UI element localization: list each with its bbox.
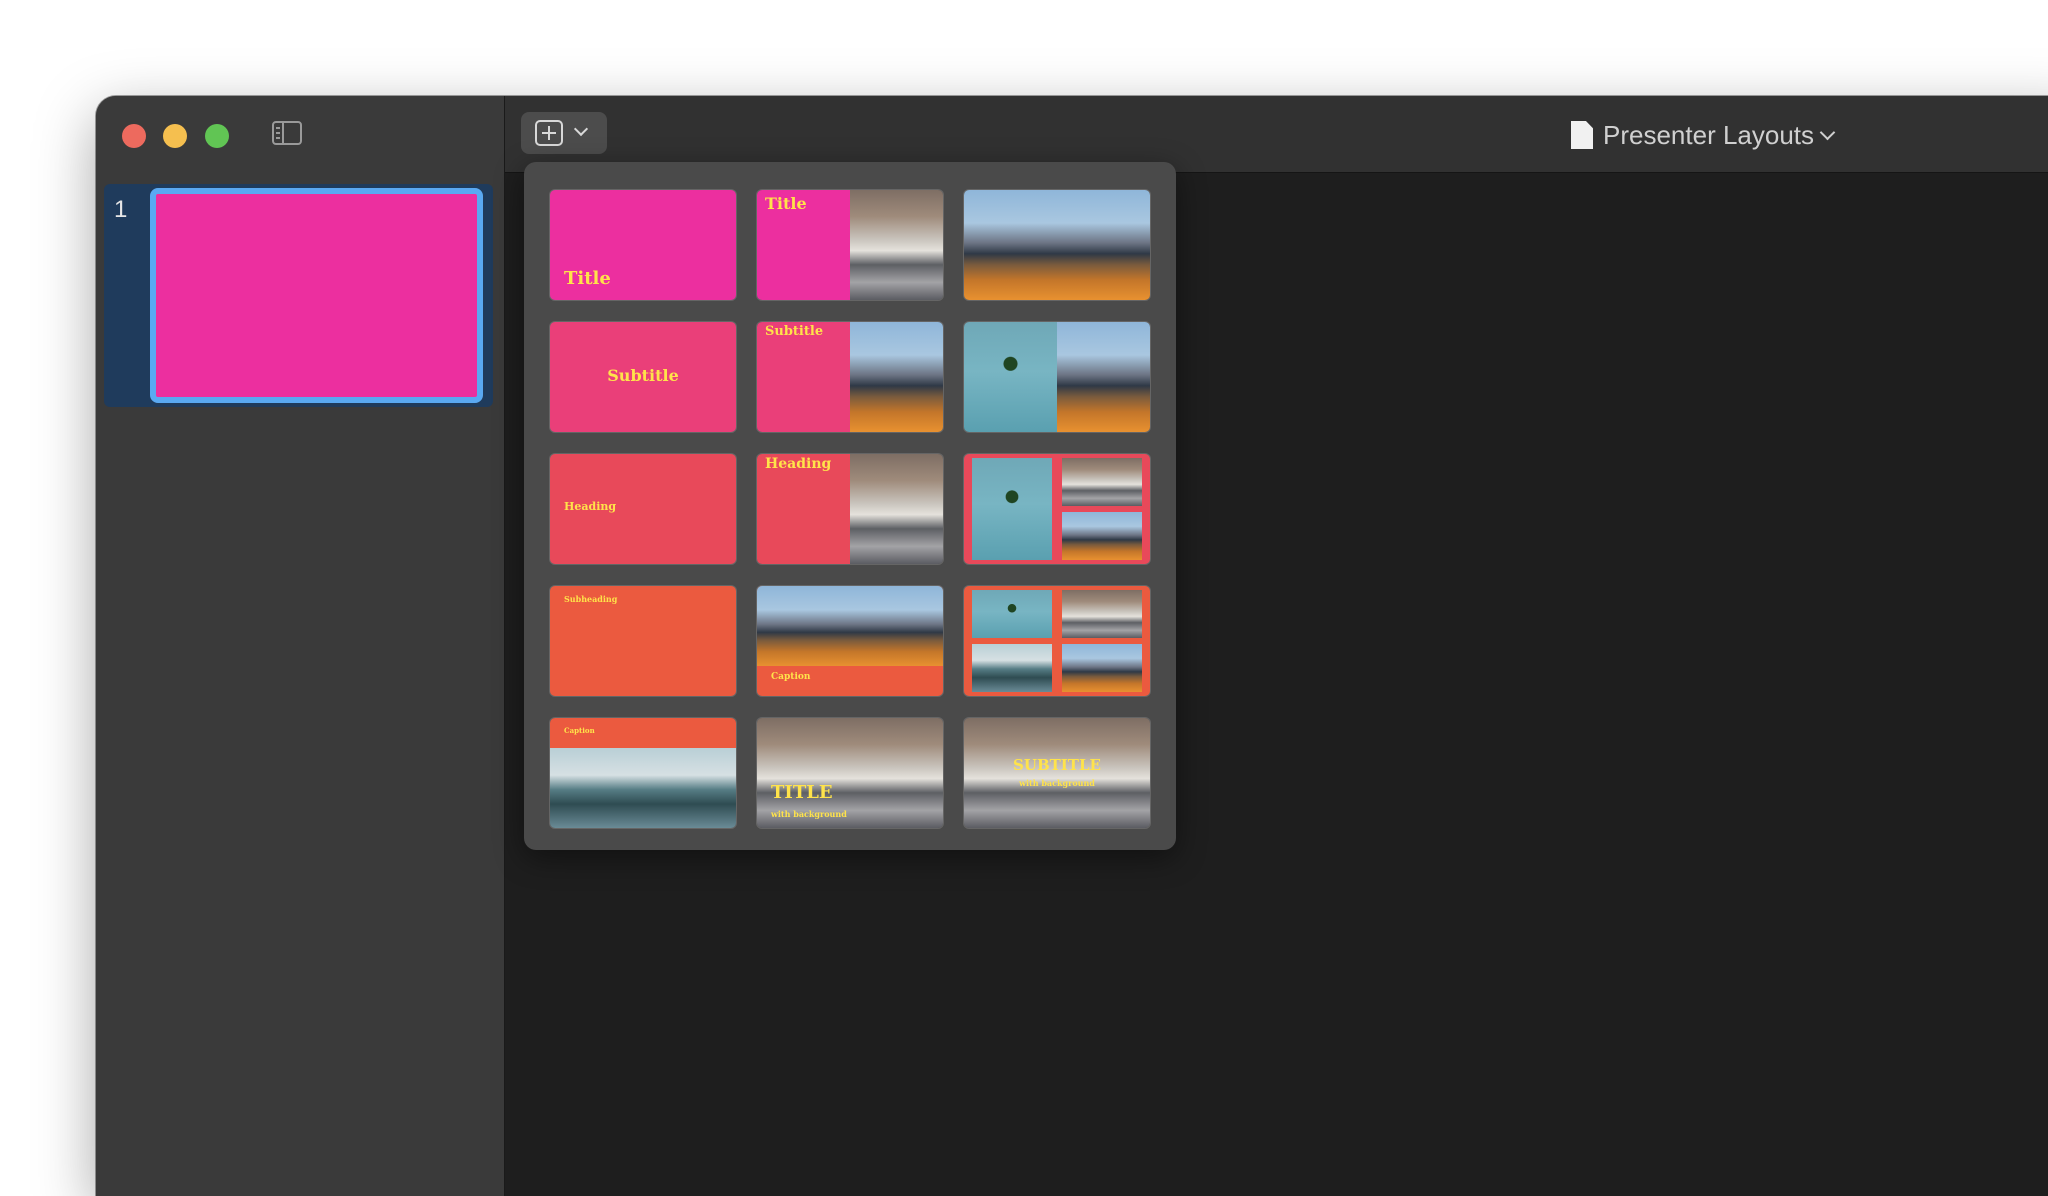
- add-slide-button[interactable]: [521, 112, 607, 154]
- slide-navigator: 1: [96, 96, 505, 1196]
- layout-three-photos[interactable]: [964, 454, 1150, 564]
- layout-subtitle-upper-label: SUBTITLE: [1013, 756, 1101, 774]
- layout-heading-label: Heading: [564, 500, 617, 513]
- plus-icon: [535, 120, 563, 146]
- layout-with-background-label: with background: [1019, 778, 1095, 788]
- slide-number: 1: [114, 196, 128, 223]
- layout-title-photo-right[interactable]: Title: [757, 190, 943, 300]
- sidebar-toggle-icon[interactable]: [272, 121, 302, 145]
- layout-subtitle-photo-right[interactable]: Subtitle: [757, 322, 943, 432]
- car-photo: [850, 454, 943, 564]
- palm-photo: [972, 458, 1052, 560]
- street-photo: [1062, 644, 1142, 692]
- palm-photo: [964, 322, 1057, 432]
- layout-four-photos[interactable]: [964, 586, 1150, 696]
- layout-title-upper-label: TITLE: [771, 782, 833, 803]
- car-photo: [1062, 590, 1142, 638]
- layout-caption-photo[interactable]: Caption: [550, 718, 736, 828]
- document-title-label: Presenter Layouts: [1603, 119, 1815, 150]
- close-window-icon[interactable]: [122, 124, 146, 148]
- street-photo: [1062, 512, 1142, 560]
- palm-photo: [972, 590, 1052, 638]
- layout-with-background-label: with background: [771, 809, 847, 819]
- layout-title[interactable]: Title: [550, 190, 736, 300]
- layout-caption-label: Caption: [771, 672, 811, 682]
- document-icon: [1571, 121, 1593, 149]
- document-title[interactable]: Presenter Layouts: [1571, 118, 1836, 152]
- street-photo: [757, 586, 943, 666]
- layout-photo-caption[interactable]: Caption: [757, 586, 943, 696]
- layout-caption-label: Caption: [564, 726, 595, 735]
- layout-heading-photo-right[interactable]: Heading: [757, 454, 943, 564]
- slide-row-1[interactable]: 1: [104, 184, 493, 407]
- car-photo: [850, 190, 943, 300]
- layout-title-label: Title: [564, 268, 611, 289]
- slide-thumbnail-1[interactable]: [150, 188, 483, 403]
- layout-heading[interactable]: Heading: [550, 454, 736, 564]
- layout-subtitle-label: Subtitle: [765, 324, 824, 339]
- skate-photo: [550, 748, 736, 828]
- layout-subheading[interactable]: Subheading: [550, 586, 736, 696]
- app-window: 1 Presenter Layouts Title Title Subtitle: [96, 96, 2048, 1196]
- layout-picker-popover: Title Title Subtitle Subtitle Heading He…: [524, 162, 1176, 850]
- car-photo: [1062, 458, 1142, 506]
- street-photo: [1057, 322, 1150, 432]
- minimize-window-icon[interactable]: [163, 124, 187, 148]
- layout-subheading-label: Subheading: [564, 594, 618, 604]
- layout-two-photos[interactable]: [964, 322, 1150, 432]
- zoom-window-icon[interactable]: [205, 124, 229, 148]
- layout-title-with-background[interactable]: TITLE with background: [757, 718, 943, 828]
- layout-photo-full[interactable]: [964, 190, 1150, 300]
- layout-subtitle[interactable]: Subtitle: [550, 322, 736, 432]
- layout-heading-label: Heading: [765, 456, 832, 472]
- chevron-down-icon: [573, 121, 589, 137]
- layout-title-label: Title: [765, 194, 807, 213]
- skate-photo: [972, 644, 1052, 692]
- layout-subtitle-label: Subtitle: [607, 366, 679, 385]
- street-photo: [850, 322, 943, 432]
- chevron-down-icon: [1819, 124, 1836, 140]
- layout-subtitle-with-background[interactable]: SUBTITLE with background: [964, 718, 1150, 828]
